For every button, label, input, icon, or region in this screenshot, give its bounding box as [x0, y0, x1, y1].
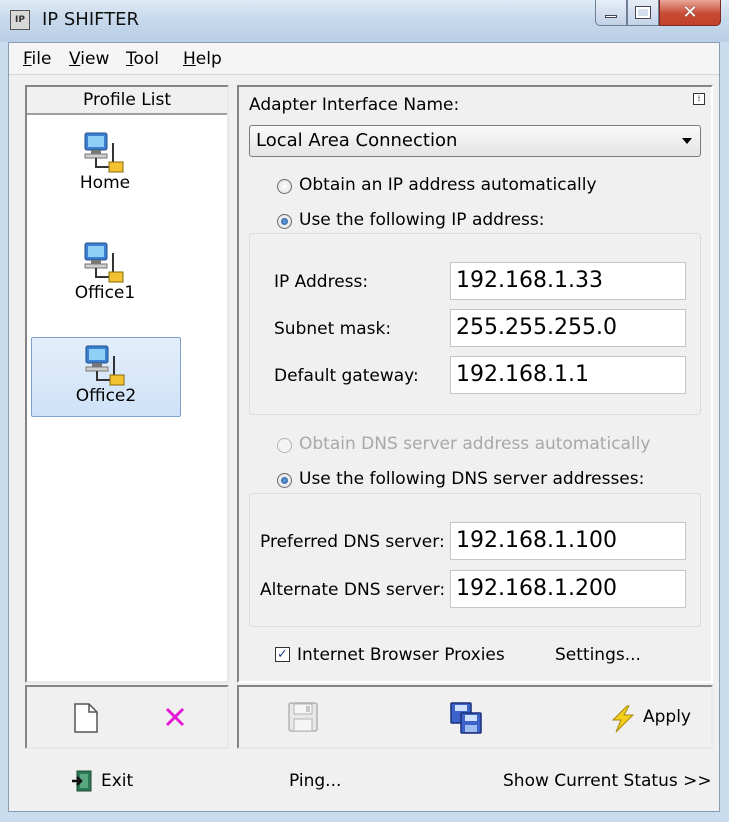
profile-list-header: Profile List: [27, 87, 227, 115]
ip-manual-label[interactable]: Use the following IP address:: [299, 210, 544, 230]
preferred-dns-label: Preferred DNS server:: [260, 532, 445, 552]
ping-button[interactable]: Ping...: [289, 771, 341, 791]
ip-auto-label[interactable]: Obtain an IP address automatically: [299, 175, 597, 195]
menu-tool-rest: ool: [133, 49, 160, 69]
exit-label: Exit: [101, 771, 134, 791]
client-area: File View Tool Help Profile List Home Of…: [8, 42, 720, 812]
profile-item-home[interactable]: Home: [31, 125, 181, 205]
profile-label: Home: [79, 173, 131, 193]
close-button[interactable]: ✕: [659, 0, 721, 26]
alternate-dns-field[interactable]: 192.168.1.200: [450, 570, 686, 608]
subnet-label: Subnet mask:: [274, 319, 392, 339]
menu-bar: File View Tool Help: [9, 43, 719, 75]
menu-view-accel: V: [69, 49, 81, 69]
alternate-dns-label: Alternate DNS server:: [260, 580, 446, 600]
close-icon: ✕: [682, 1, 698, 23]
chevron-down-icon: [682, 138, 692, 144]
adapter-select[interactable]: Local Area Connection: [249, 125, 701, 157]
lightning-icon: [611, 705, 635, 733]
profile-item-office2[interactable]: Office2: [31, 337, 181, 417]
menu-help-accel: H: [183, 49, 196, 69]
minimize-button[interactable]: [595, 0, 627, 26]
copy-icon[interactable]: [449, 701, 483, 735]
menu-help[interactable]: Help: [183, 49, 222, 69]
proxies-label[interactable]: Internet Browser Proxies: [297, 645, 505, 665]
ip-auto-radio[interactable]: [277, 179, 292, 194]
profile-item-office1[interactable]: Office1: [31, 235, 181, 315]
apply-label: Apply: [643, 707, 691, 727]
preferred-dns-field[interactable]: 192.168.1.100: [450, 522, 686, 560]
profile-label: Office2: [75, 386, 137, 406]
menu-view-rest: iew: [80, 49, 110, 69]
settings-panel: ⁞ Adapter Interface Name: Local Area Con…: [237, 85, 713, 683]
dns-manual-radio[interactable]: [277, 473, 292, 488]
profile-toolbar: [25, 685, 229, 749]
dns-auto-radio[interactable]: [277, 438, 292, 453]
minimize-icon: [605, 15, 617, 18]
show-status-button[interactable]: Show Current Status >>: [503, 771, 712, 791]
gateway-field[interactable]: 192.168.1.1: [450, 356, 686, 394]
ip-address-field[interactable]: 192.168.1.33: [450, 262, 686, 300]
delete-profile-icon[interactable]: [165, 707, 185, 727]
dns-auto-label[interactable]: Obtain DNS server address automatically: [299, 434, 650, 454]
menu-tool-accel: T: [126, 49, 134, 69]
dns-group: Preferred DNS server: 192.168.1.100 Alte…: [249, 493, 701, 627]
menu-file-rest: ile: [31, 49, 52, 69]
network-profile-icon: [84, 132, 124, 173]
maximize-button[interactable]: [627, 0, 659, 26]
network-profile-icon: [85, 345, 125, 386]
proxy-settings-link[interactable]: Settings...: [555, 645, 641, 665]
app-icon[interactable]: IP: [10, 10, 30, 30]
adapter-label: Adapter Interface Name:: [249, 95, 460, 115]
profile-label: Office1: [74, 283, 136, 303]
dns-manual-label[interactable]: Use the following DNS server addresses:: [299, 469, 644, 489]
menu-view[interactable]: View: [69, 49, 109, 69]
subnet-field[interactable]: 255.255.255.0: [450, 309, 686, 347]
adapter-select-value: Local Area Connection: [256, 130, 458, 151]
menu-help-rest: elp: [195, 49, 222, 69]
ip-manual-radio[interactable]: [277, 214, 292, 229]
window-title: IP SHIFTER: [42, 9, 140, 30]
ip-address-label: IP Address:: [274, 272, 369, 292]
gateway-label: Default gateway:: [274, 366, 419, 386]
exit-icon: [72, 770, 92, 792]
maximize-icon: [635, 6, 651, 19]
apply-button[interactable]: Apply: [607, 705, 697, 733]
new-profile-icon[interactable]: [73, 703, 99, 733]
menu-file-accel: F: [23, 49, 32, 69]
title-bar[interactable]: IP IP SHIFTER ✕: [0, 0, 729, 42]
profile-list[interactable]: Profile List Home Office1 Office2: [25, 85, 229, 683]
action-toolbar: Apply: [237, 685, 713, 749]
network-profile-icon: [84, 242, 124, 283]
menu-tool[interactable]: Tool: [126, 49, 159, 69]
proxies-checkbox[interactable]: ✓: [275, 647, 290, 662]
save-icon[interactable]: [287, 701, 319, 733]
pin-icon[interactable]: ⁞: [693, 93, 705, 105]
window-controls: ✕: [595, 0, 721, 26]
ip-group: IP Address: 192.168.1.33 Subnet mask: 25…: [249, 233, 701, 415]
menu-file[interactable]: File: [23, 49, 51, 69]
